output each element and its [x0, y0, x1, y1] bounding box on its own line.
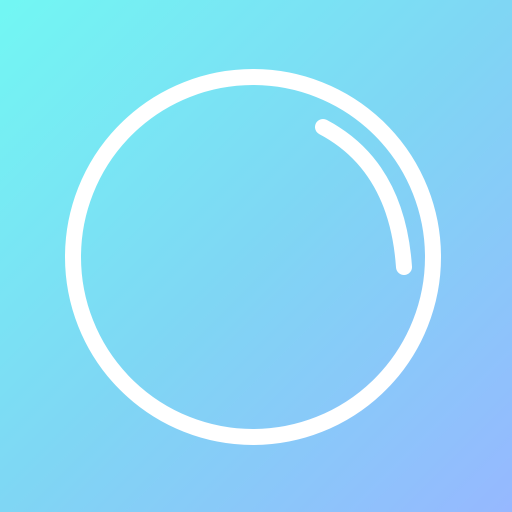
bubble-outline [65, 69, 441, 445]
bubble-icon [65, 69, 441, 445]
app-icon[interactable] [0, 0, 512, 512]
